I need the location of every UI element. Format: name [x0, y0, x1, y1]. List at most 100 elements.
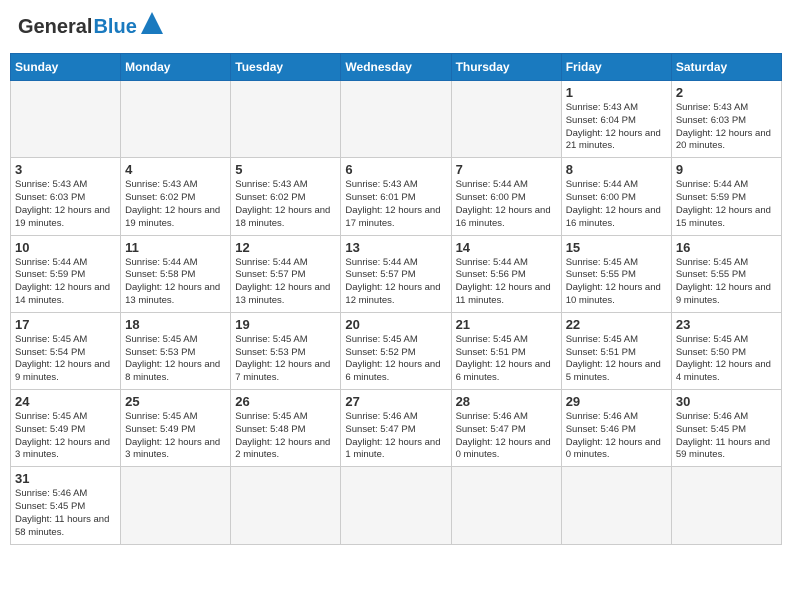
logo-blue: Blue: [93, 16, 136, 39]
calendar-cell: 1 Sunrise: 5:43 AM Sunset: 6:04 PM Daylig…: [561, 81, 671, 158]
day-header-tuesday: Tuesday: [231, 54, 341, 81]
calendar-header: SundayMondayTuesdayWednesdayThursdayFrid…: [11, 54, 782, 81]
calendar-cell: 10 Sunrise: 5:44 AM Sunset: 5:59 PM Dayli…: [11, 235, 121, 312]
calendar-cell: 28Sunrise: 5:46 AM Sunset: 5:47 PM Dayli…: [451, 390, 561, 467]
calendar-cell: 6 Sunrise: 5:43 AM Sunset: 6:01 PM Daylig…: [341, 158, 451, 235]
calendar-cell: [451, 467, 561, 544]
day-info: Sunrise: 5:45 AM Sunset: 5:51 PM Dayligh…: [456, 334, 557, 385]
calendar-cell: [121, 81, 231, 158]
day-number: 11: [125, 240, 226, 255]
calendar-cell: 4Sunrise: 5:43 AM Sunset: 6:02 PM Daylig…: [121, 158, 231, 235]
week-row-3: 10 Sunrise: 5:44 AM Sunset: 5:59 PM Dayli…: [11, 235, 782, 312]
day-number: 31: [15, 471, 116, 486]
day-info: Sunrise: 5:43 AM Sunset: 6:02 PM Dayligh…: [125, 179, 226, 230]
day-info: Sunrise: 5:45 AM Sunset: 5:55 PM Dayligh…: [566, 257, 667, 308]
calendar-cell: 15Sunrise: 5:45 AM Sunset: 5:55 PM Dayli…: [561, 235, 671, 312]
days-row: SundayMondayTuesdayWednesdayThursdayFrid…: [11, 54, 782, 81]
calendar-cell: 16Sunrise: 5:45 AM Sunset: 5:55 PM Dayli…: [671, 235, 781, 312]
week-row-6: 31 Sunrise: 5:46 AM Sunset: 5:45 PM Dayli…: [11, 467, 782, 544]
day-number: 18: [125, 317, 226, 332]
logo: General Blue: [18, 14, 163, 41]
week-row-4: 17 Sunrise: 5:45 AM Sunset: 5:54 PM Dayli…: [11, 312, 782, 389]
calendar: SundayMondayTuesdayWednesdayThursdayFrid…: [10, 53, 782, 545]
day-header-friday: Friday: [561, 54, 671, 81]
header: General Blue: [10, 10, 782, 45]
day-number: 17: [15, 317, 116, 332]
day-info: Sunrise: 5:45 AM Sunset: 5:55 PM Dayligh…: [676, 257, 777, 308]
day-number: 5: [235, 162, 336, 177]
day-number: 7: [456, 162, 557, 177]
day-info: Sunrise: 5:43 AM Sunset: 6:04 PM Dayligh…: [566, 102, 667, 153]
calendar-cell: 18 Sunrise: 5:45 AM Sunset: 5:53 PM Dayli…: [121, 312, 231, 389]
calendar-cell: 31 Sunrise: 5:46 AM Sunset: 5:45 PM Dayli…: [11, 467, 121, 544]
day-info: Sunrise: 5:45 AM Sunset: 5:49 PM Dayligh…: [125, 411, 226, 462]
calendar-cell: [561, 467, 671, 544]
calendar-cell: [11, 81, 121, 158]
calendar-cell: [671, 467, 781, 544]
calendar-cell: 20Sunrise: 5:45 AM Sunset: 5:52 PM Dayli…: [341, 312, 451, 389]
day-info: Sunrise: 5:43 AM Sunset: 6:03 PM Dayligh…: [15, 179, 116, 230]
week-row-2: 3 Sunrise: 5:43 AM Sunset: 6:03 PM Daylig…: [11, 158, 782, 235]
calendar-cell: 5 Sunrise: 5:43 AM Sunset: 6:02 PM Daylig…: [231, 158, 341, 235]
day-number: 1: [566, 85, 667, 100]
day-number: 8: [566, 162, 667, 177]
day-header-monday: Monday: [121, 54, 231, 81]
calendar-cell: 19 Sunrise: 5:45 AM Sunset: 5:53 PM Dayli…: [231, 312, 341, 389]
day-number: 2: [676, 85, 777, 100]
week-row-1: 1 Sunrise: 5:43 AM Sunset: 6:04 PM Daylig…: [11, 81, 782, 158]
week-row-5: 24 Sunrise: 5:45 AM Sunset: 5:49 PM Dayli…: [11, 390, 782, 467]
logo-triangle-icon: [141, 12, 163, 34]
day-info: Sunrise: 5:45 AM Sunset: 5:48 PM Dayligh…: [235, 411, 336, 462]
day-header-thursday: Thursday: [451, 54, 561, 81]
day-number: 19: [235, 317, 336, 332]
day-number: 30: [676, 394, 777, 409]
day-info: Sunrise: 5:45 AM Sunset: 5:54 PM Dayligh…: [15, 334, 116, 385]
day-info: Sunrise: 5:45 AM Sunset: 5:50 PM Dayligh…: [676, 334, 777, 385]
calendar-cell: 12Sunrise: 5:44 AM Sunset: 5:57 PM Dayli…: [231, 235, 341, 312]
day-info: Sunrise: 5:44 AM Sunset: 5:58 PM Dayligh…: [125, 257, 226, 308]
day-header-saturday: Saturday: [671, 54, 781, 81]
day-info: Sunrise: 5:44 AM Sunset: 5:59 PM Dayligh…: [676, 179, 777, 230]
day-number: 20: [345, 317, 446, 332]
calendar-cell: 9Sunrise: 5:44 AM Sunset: 5:59 PM Daylig…: [671, 158, 781, 235]
calendar-cell: [121, 467, 231, 544]
calendar-cell: [231, 467, 341, 544]
calendar-cell: 27 Sunrise: 5:46 AM Sunset: 5:47 PM Dayli…: [341, 390, 451, 467]
day-info: Sunrise: 5:44 AM Sunset: 6:00 PM Dayligh…: [566, 179, 667, 230]
calendar-cell: [341, 467, 451, 544]
calendar-cell: 3 Sunrise: 5:43 AM Sunset: 6:03 PM Daylig…: [11, 158, 121, 235]
calendar-cell: 2 Sunrise: 5:43 AM Sunset: 6:03 PM Daylig…: [671, 81, 781, 158]
day-info: Sunrise: 5:45 AM Sunset: 5:53 PM Dayligh…: [125, 334, 226, 385]
day-number: 10: [15, 240, 116, 255]
calendar-cell: 29Sunrise: 5:46 AM Sunset: 5:46 PM Dayli…: [561, 390, 671, 467]
logo-general: General: [18, 16, 92, 39]
day-info: Sunrise: 5:43 AM Sunset: 6:02 PM Dayligh…: [235, 179, 336, 230]
day-info: Sunrise: 5:46 AM Sunset: 5:46 PM Dayligh…: [566, 411, 667, 462]
logo-icon: General Blue: [18, 14, 163, 41]
day-number: 28: [456, 394, 557, 409]
day-info: Sunrise: 5:46 AM Sunset: 5:47 PM Dayligh…: [345, 411, 446, 462]
day-number: 27: [345, 394, 446, 409]
day-number: 21: [456, 317, 557, 332]
calendar-cell: [231, 81, 341, 158]
calendar-cell: 30Sunrise: 5:46 AM Sunset: 5:45 PM Dayli…: [671, 390, 781, 467]
day-number: 25: [125, 394, 226, 409]
day-number: 6: [345, 162, 446, 177]
day-number: 12: [235, 240, 336, 255]
day-info: Sunrise: 5:43 AM Sunset: 6:01 PM Dayligh…: [345, 179, 446, 230]
calendar-cell: [451, 81, 561, 158]
day-number: 24: [15, 394, 116, 409]
day-number: 26: [235, 394, 336, 409]
day-number: 22: [566, 317, 667, 332]
day-number: 3: [15, 162, 116, 177]
day-number: 14: [456, 240, 557, 255]
day-info: Sunrise: 5:44 AM Sunset: 5:59 PM Dayligh…: [15, 257, 116, 308]
day-info: Sunrise: 5:46 AM Sunset: 5:45 PM Dayligh…: [15, 488, 116, 539]
day-info: Sunrise: 5:45 AM Sunset: 5:53 PM Dayligh…: [235, 334, 336, 385]
calendar-cell: 26 Sunrise: 5:45 AM Sunset: 5:48 PM Dayli…: [231, 390, 341, 467]
day-number: 23: [676, 317, 777, 332]
day-info: Sunrise: 5:45 AM Sunset: 5:49 PM Dayligh…: [15, 411, 116, 462]
calendar-cell: 23 Sunrise: 5:45 AM Sunset: 5:50 PM Dayli…: [671, 312, 781, 389]
day-info: Sunrise: 5:43 AM Sunset: 6:03 PM Dayligh…: [676, 102, 777, 153]
day-header-sunday: Sunday: [11, 54, 121, 81]
